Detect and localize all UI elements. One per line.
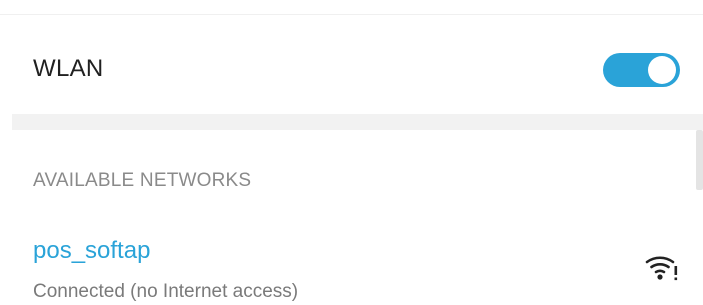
divider-edge: [0, 114, 12, 130]
available-networks-header: AVAILABLE NETWORKS: [33, 170, 252, 191]
toggle-knob: [648, 56, 676, 84]
network-name: pos_softap: [33, 237, 151, 264]
top-spacer: [0, 0, 703, 14]
section-divider: [0, 114, 703, 130]
network-status: Connected (no Internet access): [33, 281, 299, 302]
wlan-toggle-row[interactable]: WLAN: [0, 14, 703, 115]
wlan-label: WLAN: [33, 55, 104, 82]
wifi-signal-no-internet-icon: [645, 256, 678, 281]
wlan-settings-screen: WLAN AVAILABLE NETWORKS pos_softap Conne…: [0, 0, 703, 305]
network-list-item[interactable]: pos_softap Connected (no Internet access…: [0, 225, 703, 305]
wlan-toggle-switch[interactable]: [603, 53, 680, 87]
scrollbar-thumb[interactable]: [696, 130, 703, 190]
